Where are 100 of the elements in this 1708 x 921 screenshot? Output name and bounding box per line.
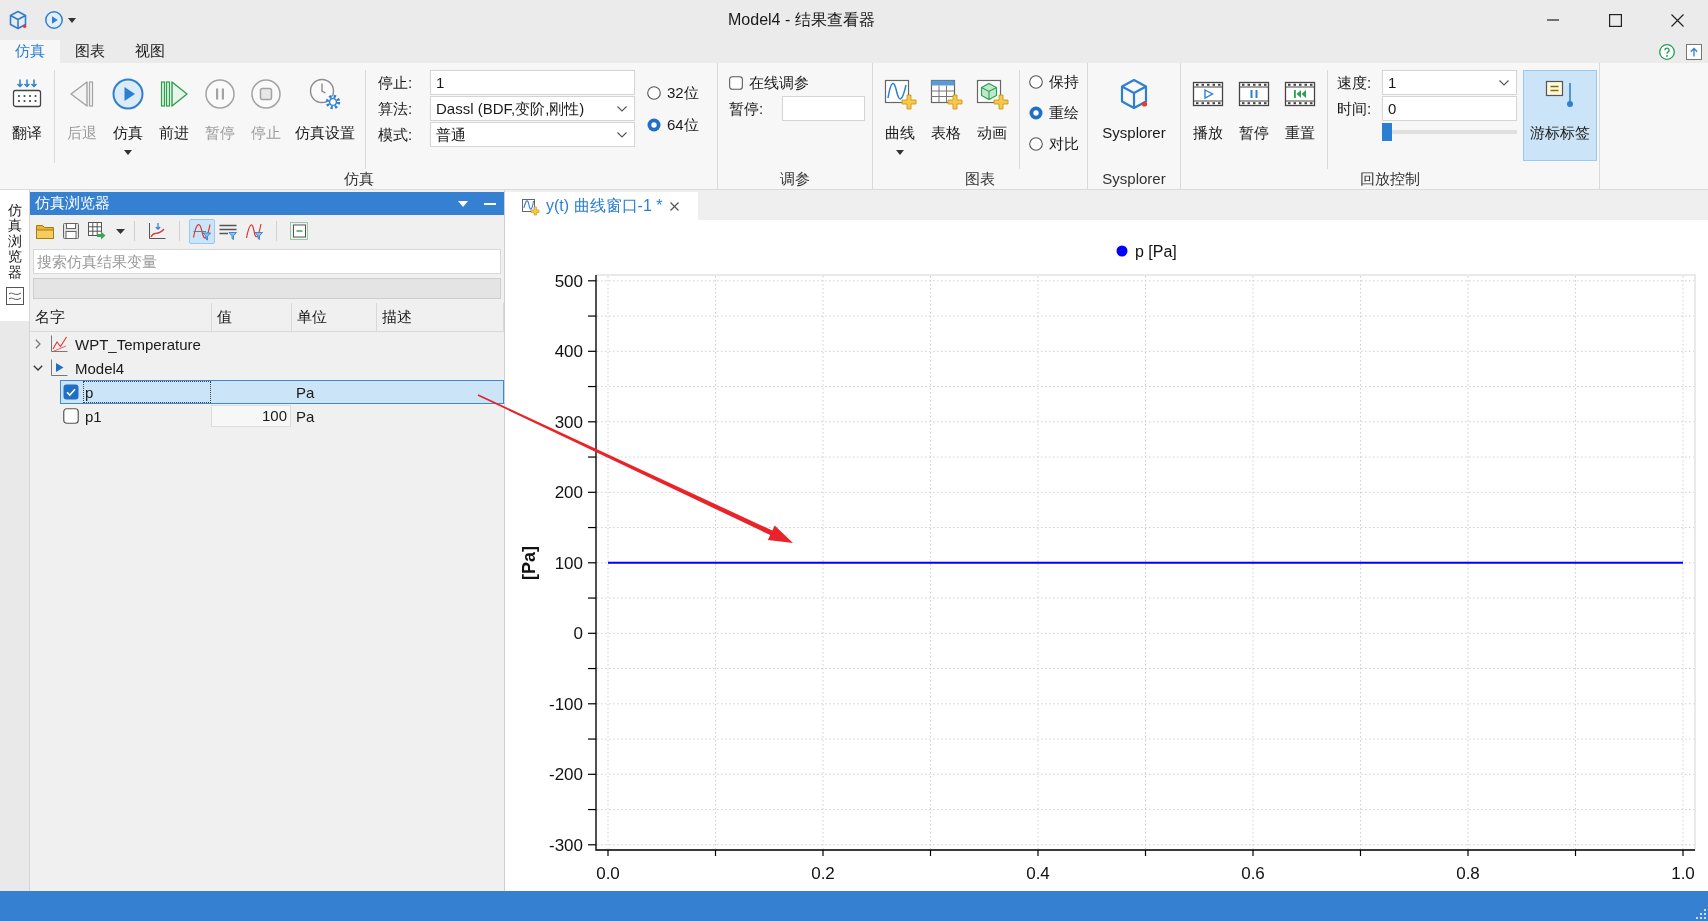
y-tick-label: 400 (554, 342, 583, 362)
panel-title: 仿真浏览器 (35, 194, 111, 213)
chevron-down-icon (617, 105, 627, 112)
unit-text: Pa (295, 407, 316, 425)
checkbox-option[interactable]: 在线调参 (729, 70, 865, 95)
column-header[interactable]: 名字 (30, 303, 212, 331)
y-tick-label: -200 (548, 765, 583, 785)
animation-button[interactable]: 动画 (972, 70, 1012, 162)
dropdown-field[interactable]: Dassl (BDF,变阶,刚性) (430, 96, 635, 121)
minimize-icon[interactable] (484, 202, 496, 205)
column-header[interactable]: 单位 (292, 303, 377, 331)
column-header[interactable]: 值 (212, 303, 292, 331)
grid-arrows-icon (11, 78, 43, 110)
ribbon-tab[interactable]: 图表 (60, 40, 120, 63)
x-tick-label: 1.0 (1671, 864, 1695, 883)
slider-thumb[interactable] (1382, 123, 1392, 141)
radio-option[interactable]: 64位 (647, 114, 699, 135)
field-label: 停止: (378, 73, 414, 93)
save-icon[interactable] (62, 222, 80, 240)
caret-icon[interactable] (116, 228, 125, 234)
dropdown-field[interactable]: 普通 (430, 122, 635, 147)
ribbon-tab[interactable]: 视图 (120, 40, 180, 63)
y-tick-label: 300 (554, 412, 583, 432)
curve-button[interactable]: 曲线 (880, 70, 920, 162)
cursor-button[interactable]: 游标标签 (1523, 70, 1597, 161)
caret-icon[interactable] (68, 17, 76, 23)
chevron-down-icon[interactable] (33, 365, 43, 371)
chevron-right-icon[interactable] (35, 339, 41, 349)
play-button[interactable]: 播放 (1188, 70, 1228, 162)
axis-title: [Pa] (519, 546, 539, 580)
forward-button[interactable]: 前进 (154, 70, 194, 162)
maximize-icon[interactable] (1608, 13, 1622, 27)
table-export-icon[interactable] (88, 222, 106, 240)
chevron-down-icon (1499, 79, 1509, 86)
side-tab[interactable]: 仿真浏览器 (0, 190, 29, 321)
radio-option[interactable]: 对比 (1029, 134, 1079, 154)
node-name: WPT_Temperature (75, 335, 201, 353)
wave-filter-icon[interactable] (245, 222, 263, 240)
step-forward-icon (158, 78, 190, 110)
resize-grip-icon[interactable] (1696, 909, 1706, 919)
wave-box-icon (5, 286, 24, 305)
text-field[interactable] (782, 96, 865, 121)
reset-button[interactable]: 重置 (1280, 70, 1320, 162)
field-label: 时间: (1337, 99, 1373, 119)
radio-option[interactable]: 32位 (647, 82, 699, 103)
dropdown-field[interactable]: 1 (1382, 70, 1517, 95)
tree-row[interactable]: p Pa (60, 380, 504, 404)
chevron-down-icon (617, 131, 627, 138)
search-field[interactable]: 搜索仿真结果变量 (33, 249, 501, 274)
y-tick-label: 500 (554, 271, 583, 291)
field-label: 速度: (1337, 73, 1373, 93)
text-field[interactable]: 0 (1382, 96, 1517, 121)
checkbox[interactable] (63, 384, 79, 400)
curve-add-icon (884, 78, 916, 110)
help-icon[interactable] (1659, 43, 1675, 60)
checkbox[interactable] (63, 408, 79, 424)
close-icon[interactable] (670, 201, 680, 211)
x-tick-label: 0.6 (1241, 864, 1265, 883)
simulate-button[interactable]: 仿真 (108, 70, 148, 162)
sysplorer-button[interactable]: Sysplorer (1099, 70, 1169, 162)
group-label: 回放控制 (1359, 169, 1421, 189)
tree-row[interactable]: Model4 (30, 356, 504, 380)
variable-name: p1 (84, 406, 103, 427)
group-label: 图表 (964, 169, 996, 189)
text-field[interactable]: 1 (430, 70, 635, 95)
variable-name: p (83, 381, 211, 403)
settings-button[interactable]: 仿真设置 (292, 70, 358, 162)
column-header[interactable]: 描述 (377, 303, 504, 331)
cube-icon (1118, 78, 1150, 110)
ribbon-tab[interactable]: 仿真 (0, 40, 60, 63)
play-icon (112, 78, 144, 110)
triangle-axis-icon (50, 359, 68, 377)
group-label: Sysplorer (1101, 169, 1167, 189)
value-field[interactable]: 100 (211, 405, 291, 427)
tree-row[interactable]: WPT_Temperature (30, 332, 504, 356)
chart-tab[interactable]: y(t) 曲线窗口-1 * (505, 192, 698, 220)
x-tick-label: 0.2 (811, 864, 835, 883)
radio-option[interactable]: 保持 (1029, 72, 1079, 92)
radio-option[interactable]: 重绘 (1029, 103, 1079, 123)
table-button[interactable]: 表格 (926, 70, 966, 162)
play-icon[interactable] (45, 11, 63, 29)
legend-label: p [Pa] (1135, 243, 1177, 260)
group-label: 调参 (779, 169, 811, 189)
y-tick-label: -100 (548, 694, 583, 714)
pause-icon (204, 78, 236, 110)
line-chart-icon (50, 335, 68, 353)
close-icon[interactable] (1670, 13, 1684, 27)
tree-row[interactable]: p1 100 Pa (60, 404, 504, 428)
curve-add-icon (522, 197, 539, 215)
chart-import-icon[interactable] (148, 222, 166, 240)
collapse-icon[interactable] (290, 222, 308, 240)
translate-button[interactable]: 翻译 (7, 70, 47, 162)
field-label: 模式: (378, 125, 414, 145)
x-tick-label: 0.0 (596, 864, 620, 883)
curve-filter-icon[interactable] (189, 218, 215, 244)
group-label: 仿真 (342, 169, 375, 189)
suspend-button[interactable]: 暂停 (1234, 70, 1274, 162)
lines-filter-icon[interactable] (219, 222, 237, 240)
collapse-ribbon-icon[interactable] (1686, 43, 1702, 60)
folder-icon[interactable] (36, 222, 54, 240)
